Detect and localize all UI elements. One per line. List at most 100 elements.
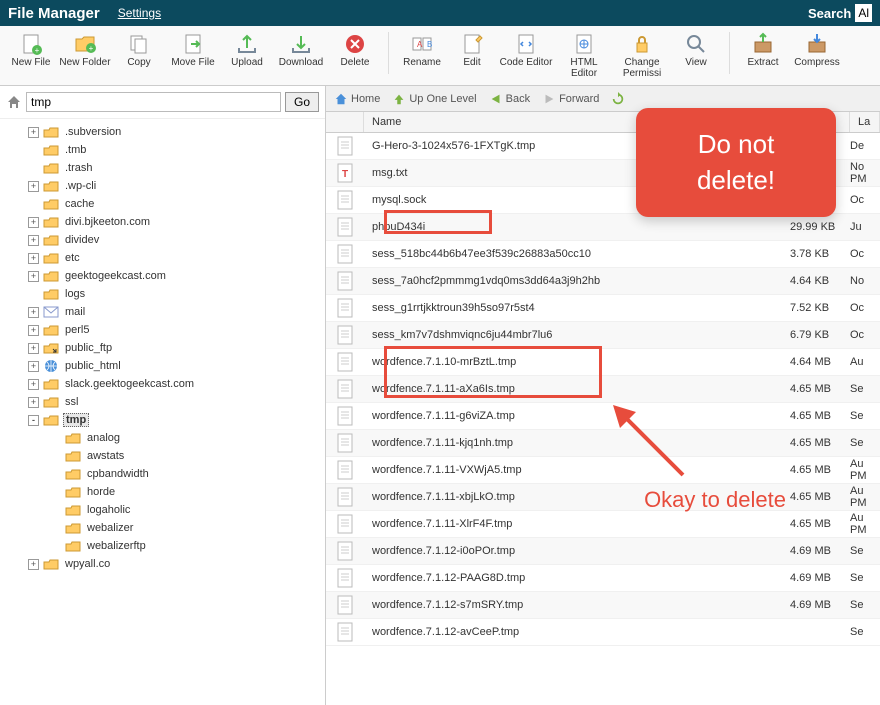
tree-item[interactable]: awstats (0, 447, 325, 465)
file-row[interactable]: wordfence.7.1.11-kjq1nh.tmp4.65 MBSe (326, 430, 880, 457)
file-row[interactable]: wordfence.7.1.12-PAAG8D.tmp4.69 MBSe (326, 565, 880, 592)
file-icon (326, 136, 364, 156)
tree-item[interactable]: +slack.geektogeekcast.com (0, 375, 325, 393)
toolbar-code-editor[interactable]: Code Editor (499, 32, 553, 68)
compress-icon (805, 32, 829, 56)
go-button[interactable]: Go (285, 92, 319, 112)
file-row[interactable]: sess_7a0hcf2pmmmg1vdq0ms3dd64a3j9h2hb4.6… (326, 268, 880, 295)
tree-item[interactable]: +perl5 (0, 321, 325, 339)
file-row[interactable]: sess_g1rrtjkktroun39h5so97r5st47.52 KBOc (326, 295, 880, 322)
file-row[interactable]: wordfence.7.1.12-i0oPOr.tmp4.69 MBSe (326, 538, 880, 565)
tree-item[interactable]: +mail (0, 303, 325, 321)
toolbar-permissions[interactable]: Change Permissi (615, 32, 669, 79)
tree-item[interactable]: +public_html (0, 357, 325, 375)
file-row[interactable]: wordfence.7.1.11-aXa6Is.tmp4.65 MBSe (326, 376, 880, 403)
folder-icon (43, 125, 59, 139)
expander-icon[interactable]: + (28, 307, 39, 318)
toolbar-move[interactable]: Move File (166, 32, 220, 68)
tree-item[interactable]: +geektogeekcast.com (0, 267, 325, 285)
file-row[interactable]: phpuD434i29.99 KBJu (326, 214, 880, 241)
home-icon[interactable] (6, 94, 22, 110)
file-row[interactable]: sess_km7v7dshmviqnc6ju44mbr7lu66.79 KBOc (326, 322, 880, 349)
expander-icon[interactable]: + (28, 235, 39, 246)
folder-icon (65, 467, 81, 481)
tree-item[interactable]: +.wp-cli (0, 177, 325, 195)
tree-item[interactable]: logs (0, 285, 325, 303)
toolbar-upload[interactable]: Upload (224, 32, 270, 68)
toolbar-rename[interactable]: ABRename (399, 32, 445, 68)
rename-icon: AB (410, 32, 434, 56)
toolbar-view[interactable]: View (673, 32, 719, 68)
toolbar-delete[interactable]: Delete (332, 32, 378, 68)
nav-reload[interactable] (611, 92, 625, 106)
nav-forward[interactable]: Forward (542, 92, 599, 106)
file-size: 6.79 KB (790, 329, 850, 341)
tree-item[interactable]: +.subversion (0, 123, 325, 141)
tree-item[interactable]: cache (0, 195, 325, 213)
expander-icon[interactable]: + (28, 397, 39, 408)
file-date: Ju (850, 221, 880, 233)
tree-item[interactable]: +ssl (0, 393, 325, 411)
file-row[interactable]: wordfence.7.1.12-avCeeP.tmpSe (326, 619, 880, 646)
file-icon (326, 514, 364, 534)
tree-item[interactable]: .tmb (0, 141, 325, 159)
expander-icon[interactable]: - (28, 415, 39, 426)
file-row[interactable]: wordfence.7.1.11-VXWjA5.tmp4.65 MBAu PM (326, 457, 880, 484)
folder-icon (43, 287, 59, 301)
expander-icon[interactable]: + (28, 379, 39, 390)
file-date: Se (850, 545, 880, 557)
expander-icon[interactable]: + (28, 271, 39, 282)
tree-item[interactable]: logaholic (0, 501, 325, 519)
nav-up[interactable]: Up One Level (392, 92, 476, 106)
tree-item[interactable]: +divi.bjkeeton.com (0, 213, 325, 231)
file-row[interactable]: wordfence.7.1.11-xbjLkO.tmp4.65 MBAu PM (326, 484, 880, 511)
expander-icon[interactable]: + (28, 325, 39, 336)
expander-icon[interactable]: + (28, 343, 39, 354)
file-row[interactable]: wordfence.7.1.11-g6viZA.tmp4.65 MBSe (326, 403, 880, 430)
home-icon (334, 92, 348, 106)
tree-item[interactable]: webalizerftp (0, 537, 325, 555)
nav-home[interactable]: Home (334, 92, 380, 106)
tree-item[interactable]: +dividev (0, 231, 325, 249)
tree-item[interactable]: +etc (0, 249, 325, 267)
file-size: 4.69 MB (790, 572, 850, 584)
file-row[interactable]: sess_518bc44b6b47ee3f539c26883a50cc103.7… (326, 241, 880, 268)
toolbar-compress[interactable]: Compress (790, 32, 844, 68)
toolbar-extract[interactable]: Extract (740, 32, 786, 68)
folder-icon (43, 269, 59, 283)
tree-item[interactable]: analog (0, 429, 325, 447)
file-icon (326, 406, 364, 426)
file-row[interactable]: wordfence.7.1.10-mrBztL.tmp4.64 MBAu (326, 349, 880, 376)
nav-back[interactable]: Back (489, 92, 530, 106)
file-row[interactable]: wordfence.7.1.11-XlrF4F.tmp4.65 MBAu PM (326, 511, 880, 538)
path-input[interactable] (26, 92, 281, 112)
col-icon[interactable] (326, 112, 364, 132)
toolbar-html-editor[interactable]: HTML Editor (557, 32, 611, 79)
col-last[interactable]: La (850, 112, 880, 132)
tree-item[interactable]: cpbandwidth (0, 465, 325, 483)
tree-item[interactable]: horde (0, 483, 325, 501)
expander-icon[interactable]: + (28, 253, 39, 264)
expander-icon[interactable]: + (28, 217, 39, 228)
toolbar-download[interactable]: Download (274, 32, 328, 68)
file-size: 4.65 MB (790, 464, 850, 476)
toolbar-copy[interactable]: Copy (116, 32, 162, 68)
file-size: 4.65 MB (790, 491, 850, 503)
expander-icon[interactable]: + (28, 181, 39, 192)
tree-item[interactable]: .trash (0, 159, 325, 177)
search-hint[interactable]: Al (855, 4, 872, 22)
tree-item[interactable]: webalizer (0, 519, 325, 537)
toolbar-edit[interactable]: Edit (449, 32, 495, 68)
tree-item[interactable]: -tmp (0, 411, 325, 429)
expander-icon[interactable]: + (28, 127, 39, 138)
expander-icon[interactable]: + (28, 559, 39, 570)
expander-icon[interactable]: + (28, 361, 39, 372)
file-row[interactable]: wordfence.7.1.12-s7mSRY.tmp4.69 MBSe (326, 592, 880, 619)
delete-icon (343, 32, 367, 56)
reload-icon (611, 92, 625, 106)
toolbar-new-folder[interactable]: +New Folder (58, 32, 112, 68)
tree-item[interactable]: +public_ftp (0, 339, 325, 357)
toolbar-new-file[interactable]: +New File (8, 32, 54, 68)
settings-link[interactable]: Settings (118, 6, 161, 20)
tree-item[interactable]: +wpyall.co (0, 555, 325, 573)
